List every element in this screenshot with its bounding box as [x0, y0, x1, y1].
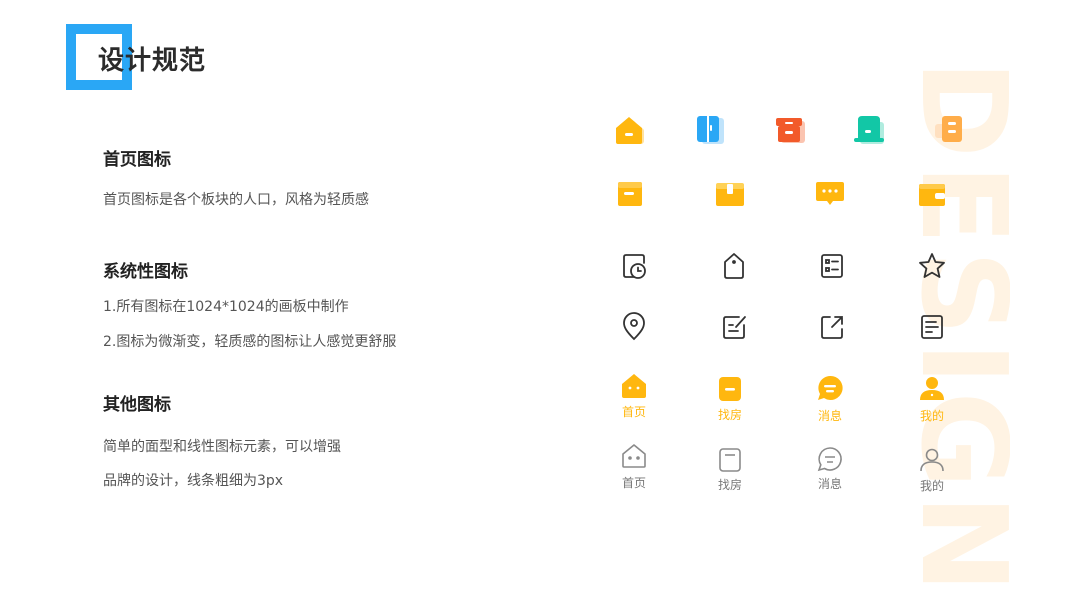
- bed-icon: [850, 110, 890, 150]
- share-icon: [812, 307, 852, 347]
- edit-icon: [714, 307, 754, 347]
- clock-document-icon: [614, 246, 654, 286]
- wallet-icon: [912, 174, 952, 214]
- home-outline-icon[interactable]: [614, 436, 654, 476]
- star-icon: [912, 246, 952, 286]
- location-pin-icon: [614, 307, 654, 347]
- page-title: 设计规范: [98, 46, 207, 76]
- section-text-home-icons: 首页图标是各个板块的人口，风格为轻质感: [103, 192, 369, 208]
- chat-bubble-icon: [810, 174, 850, 214]
- profile-outline-icon[interactable]: [912, 440, 952, 480]
- message-filled-icon[interactable]: [810, 368, 850, 408]
- wardrobe-icon: [690, 110, 730, 150]
- nav-label-message[interactable]: 消息: [800, 475, 860, 492]
- section-title-other-icons: 其他图标: [103, 395, 171, 415]
- checklist-icon: [812, 246, 852, 286]
- find-house-filled-icon[interactable]: [710, 369, 750, 409]
- notes-icon: [912, 307, 952, 347]
- section-title-home-icons: 首页图标: [103, 150, 171, 170]
- nav-label-message-active[interactable]: 消息: [800, 407, 860, 424]
- nav-label-home[interactable]: 首页: [604, 474, 664, 491]
- nav-label-profile-active[interactable]: 我的: [902, 407, 962, 424]
- section-text-system-2: 2.图标为微渐变，轻质感的图标让人感觉更舒服: [103, 334, 397, 350]
- toolbox-icon: [710, 174, 750, 214]
- section-text-other-1: 简单的面型和线性图标元素，可以增强: [103, 439, 341, 455]
- nav-label-home-active[interactable]: 首页: [604, 403, 664, 420]
- storage-box-icon: [770, 110, 810, 150]
- home-filled-icon[interactable]: [614, 366, 654, 406]
- section-text-other-2: 品牌的设计，线条粗细为3px: [103, 473, 284, 489]
- drawer-icon: [610, 174, 650, 214]
- nav-label-profile[interactable]: 我的: [902, 477, 962, 494]
- profile-filled-icon[interactable]: [912, 368, 952, 408]
- nav-label-find-house-active[interactable]: 找房: [700, 406, 760, 423]
- tag-icon: [714, 246, 754, 286]
- section-title-system-icons: 系统性图标: [103, 262, 188, 282]
- sofa-icon: [930, 110, 970, 150]
- house-icon: [610, 110, 650, 150]
- section-text-system-1: 1.所有图标在1024*1024的画板中制作: [103, 299, 349, 315]
- nav-label-find-house[interactable]: 找房: [700, 476, 760, 493]
- find-house-outline-icon[interactable]: [710, 440, 750, 480]
- message-outline-icon[interactable]: [810, 439, 850, 479]
